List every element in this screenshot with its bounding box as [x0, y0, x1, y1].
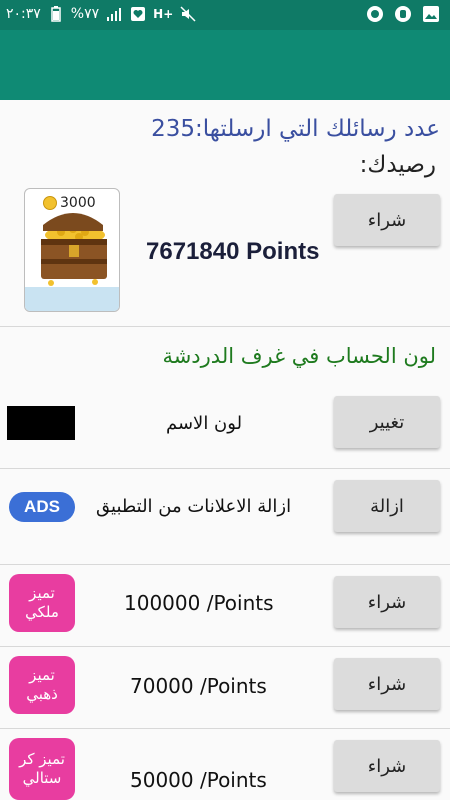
mute-icon: [179, 5, 197, 23]
data-network-icon: H+: [153, 7, 174, 21]
battery-percent: %٧٧: [70, 6, 100, 22]
divider: [0, 728, 450, 729]
name-color-swatch[interactable]: [7, 406, 75, 440]
status-right: [366, 5, 440, 23]
royal-tier-badge: تميز ملكي: [9, 574, 75, 632]
name-color-label: لون الاسم: [166, 413, 243, 434]
buy-gold-tier-button[interactable]: شراء: [334, 658, 440, 710]
status-bar: ٢٠:٣٧ %٧٧ H+: [0, 0, 450, 30]
royal-tier-price: 100000 /Points: [124, 591, 274, 615]
divider: [0, 326, 450, 327]
gold-tier-price: 70000 /Points: [130, 674, 267, 698]
crystal-tier-badge: تميز كر ستالي: [9, 738, 75, 800]
app-bar: [0, 30, 450, 100]
image-icon: [422, 5, 440, 23]
water-base: [25, 287, 119, 311]
divider: [0, 646, 450, 647]
shield-icon: [394, 5, 412, 23]
messages-sent-count: عدد رسائلك التي ارسلتها:235: [151, 116, 440, 142]
ads-badge: ADS: [9, 492, 75, 522]
battery-icon: [47, 5, 65, 23]
balance-label: رصيدك:: [359, 152, 436, 178]
heart-icon: [129, 5, 147, 23]
chat-color-section-title: لون الحساب في غرف الدردشة: [162, 344, 436, 368]
remove-ads-button[interactable]: ازالة: [334, 480, 440, 532]
main-content: عدد رسائلك التي ارسلتها:235 رصيدك: 3000 …: [0, 100, 450, 800]
divider: [0, 468, 450, 469]
buy-crystal-tier-button[interactable]: شراء: [334, 740, 440, 792]
app-notification-icon: [366, 5, 384, 23]
remove-ads-label: ازالة الاعلانات من التطبيق: [96, 496, 292, 517]
signal-icon: [105, 5, 123, 23]
points-total: 7671840 Points: [146, 238, 320, 265]
clock: ٢٠:٣٧: [6, 6, 41, 22]
status-left: ٢٠:٣٧ %٧٧ H+: [6, 5, 197, 23]
buy-points-button[interactable]: شراء: [334, 194, 440, 246]
treasure-chest-image: 3000: [24, 188, 120, 312]
crystal-tier-price: 50000 /Points: [130, 768, 267, 792]
gold-tier-badge: تميز ذهبي: [9, 656, 75, 714]
divider: [0, 564, 450, 565]
buy-royal-tier-button[interactable]: شراء: [334, 576, 440, 628]
change-color-button[interactable]: تغيير: [334, 396, 440, 448]
